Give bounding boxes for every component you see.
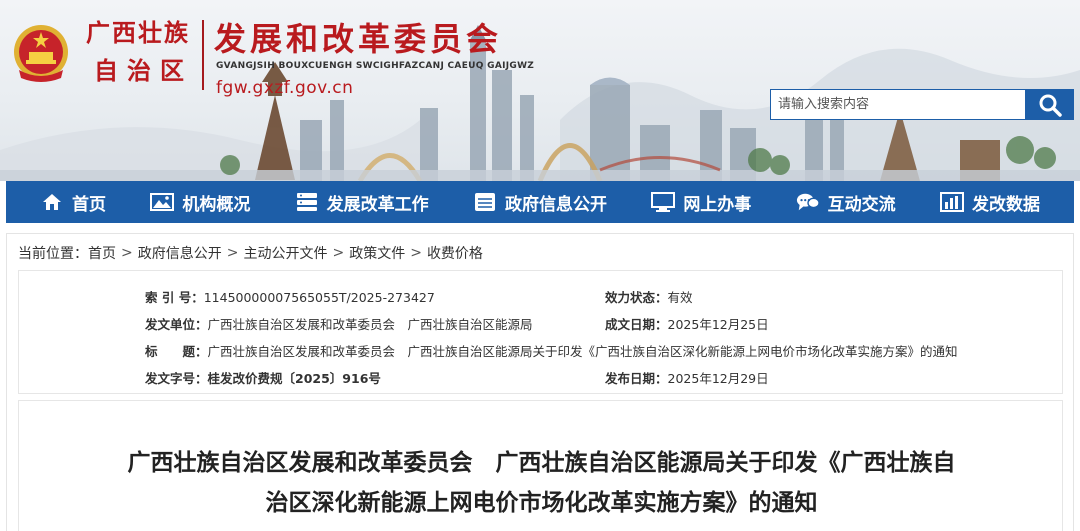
main-nav: 首页 机构概况 发展改革工作 政府信息公开 网上办事 互动交流 发改数据 — [6, 181, 1074, 223]
search-button[interactable] — [1025, 89, 1074, 120]
nav-item-label: 机构概况 — [182, 194, 251, 215]
meta-label: 发布日期： — [605, 371, 668, 386]
nav-item-about[interactable]: 机构概况 — [150, 181, 250, 223]
nav-item-info-disclosure[interactable]: 政府信息公开 — [473, 181, 607, 223]
breadcrumb-prefix: 当前位置： — [18, 246, 88, 262]
server-icon — [295, 192, 319, 212]
breadcrumb-separator: > — [226, 245, 239, 261]
region-name-line1: 广西壮族 — [86, 18, 190, 47]
meta-index-no: 索 引 号：11450000007565055T/2025-273427 — [145, 287, 435, 306]
article-container: 广西壮族自治区发展和改革委员会 广西壮族自治区能源局关于印发《广西壮族自 治区深… — [18, 400, 1063, 531]
nav-item-label: 发展改革工作 — [326, 194, 429, 215]
breadcrumb-separator: > — [332, 245, 345, 261]
article-title: 广西壮族自治区发展和改革委员会 广西壮族自治区能源局关于印发《广西壮族自 治区深… — [69, 443, 1014, 523]
breadcrumb-item-pricing[interactable]: 收费价格 — [427, 243, 483, 263]
meta-label: 发文字号： — [145, 371, 208, 386]
meta-label: 成文日期： — [605, 317, 668, 332]
search-icon — [1039, 94, 1062, 117]
national-emblem-icon — [14, 25, 68, 82]
chat-icon — [796, 192, 820, 212]
meta-doc-no: 发文字号：桂发改价费规〔2025〕916号 — [145, 368, 381, 387]
article-title-line1: 广西壮族自治区发展和改革委员会 广西壮族自治区能源局关于印发《广西壮族自 — [127, 450, 956, 476]
monitor-icon — [651, 192, 676, 212]
database-icon — [473, 192, 497, 212]
site-header: 广西壮族 自治区 发展和改革委员会 GVANGJSIH BOUXCUENGH S… — [0, 0, 1080, 181]
article-title-line2: 治区深化新能源上网电价市场化改革实施方案》的通知 — [265, 490, 818, 516]
meta-created-date: 成文日期：2025年12月25日 — [605, 314, 769, 333]
nav-item-data[interactable]: 发改数据 — [939, 181, 1040, 223]
site-url[interactable]: fgw.gxzf.gov.cn — [216, 78, 353, 98]
document-metadata: 索 引 号：11450000007565055T/2025-273427 效力状… — [18, 270, 1063, 394]
meta-status: 效力状态：有效 — [605, 287, 693, 306]
nav-item-label: 政府信息公开 — [504, 194, 607, 215]
bar-chart-icon — [939, 192, 964, 212]
meta-label: 效力状态： — [605, 290, 668, 305]
meta-title: 标 题：广西壮族自治区发展和改革委员会 广西壮族自治区能源局关于印发《广西壮族自… — [145, 341, 958, 360]
search-input[interactable] — [770, 89, 1026, 120]
meta-issuer: 发文单位：广西壮族自治区发展和改革委员会 广西壮族自治区能源局 — [145, 314, 533, 333]
breadcrumb-item-info-disclosure[interactable]: 政府信息公开 — [138, 243, 222, 263]
meta-value: 2025年12月29日 — [667, 371, 769, 386]
meta-value: 桂发改价费规〔2025〕916号 — [207, 371, 381, 386]
meta-value: 广西壮族自治区发展和改革委员会 广西壮族自治区能源局 — [207, 317, 533, 332]
meta-value: 2025年12月25日 — [667, 317, 769, 332]
meta-value: 11450000007565055T/2025-273427 — [203, 290, 435, 305]
meta-label: 标 题： — [145, 344, 208, 359]
nav-item-label: 互动交流 — [827, 194, 896, 215]
meta-value: 广西壮族自治区发展和改革委员会 广西壮族自治区能源局关于印发《广西壮族自治区深化… — [207, 344, 958, 359]
meta-published-date: 发布日期：2025年12月29日 — [605, 368, 769, 387]
org-name: 发展和改革委员会 — [214, 20, 503, 58]
image-icon — [150, 192, 175, 212]
nav-item-online-service[interactable]: 网上办事 — [651, 181, 751, 223]
nav-item-label: 网上办事 — [683, 194, 752, 215]
nav-item-work[interactable]: 发展改革工作 — [295, 181, 429, 223]
breadcrumb-item-active-disclosure[interactable]: 主动公开文件 — [243, 243, 327, 263]
breadcrumb-separator: > — [121, 245, 133, 261]
nav-item-interaction[interactable]: 互动交流 — [796, 181, 896, 223]
nav-item-label: 首页 — [72, 194, 106, 215]
header-divider — [202, 20, 204, 90]
nav-item-home[interactable]: 首页 — [40, 181, 106, 223]
breadcrumb: 当前位置： 首页 > 政府信息公开 > 主动公开文件 > 政策文件 > 收费价格 — [18, 243, 483, 263]
home-icon — [40, 192, 64, 212]
nav-item-label: 发改数据 — [971, 194, 1040, 215]
breadcrumb-item-home[interactable]: 首页 — [88, 243, 116, 263]
region-name: 广西壮族 自治区 — [86, 14, 198, 90]
breadcrumb-item-policy-docs[interactable]: 政策文件 — [349, 243, 405, 263]
meta-value: 有效 — [667, 290, 693, 305]
meta-label: 发文单位： — [145, 317, 208, 332]
meta-label: 索 引 号： — [145, 290, 204, 305]
region-name-line2: 自治区 — [94, 56, 193, 85]
breadcrumb-separator: > — [410, 245, 422, 261]
org-name-zhuang: GVANGJSIH BOUXCUENGH SWCIGHFAZCANJ CAEUQ… — [216, 61, 535, 71]
